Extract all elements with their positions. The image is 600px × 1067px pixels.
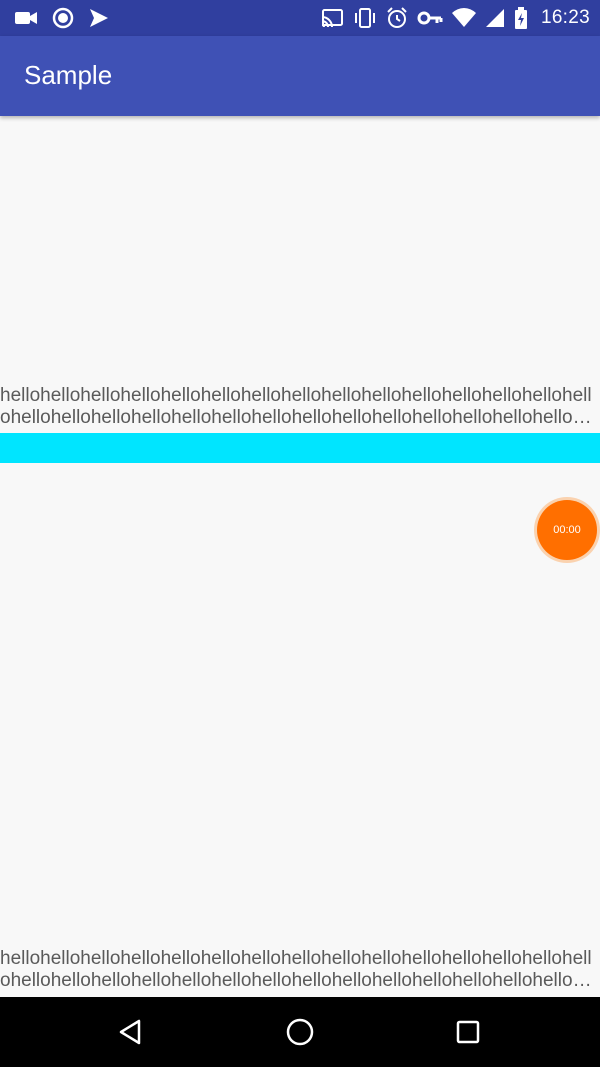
timer-fab-button[interactable]: 00:00 [537,500,597,560]
status-clock: 16:23 [540,7,590,28]
location-dot-icon [52,7,74,29]
cyan-divider-bar [0,433,600,463]
back-icon [119,1019,141,1045]
status-left-icons [14,6,110,30]
battery-icon [514,7,528,29]
timer-label: 00:00 [553,524,581,536]
status-bar: 16:23 [0,0,600,36]
top-text: hellohellohellohellohellohellohellohello… [0,385,598,428]
back-button[interactable] [116,1017,146,1047]
home-icon [286,1018,314,1046]
recents-button[interactable] [453,1017,483,1047]
video-camera-icon [14,9,38,27]
main-content[interactable]: hellohellohellohellohellohellohellohello… [0,116,600,997]
screen: 16:23 Sample hellohellohellohellohellohe… [0,0,600,1067]
bottom-text: hellohellohellohellohellohellohellohello… [0,948,598,991]
home-button[interactable] [285,1017,315,1047]
recents-icon [456,1020,480,1044]
alarm-icon [386,7,408,29]
navigation-bar [0,997,600,1067]
cast-icon [320,8,344,28]
status-right-icons: 16:23 [320,6,590,30]
app-title: Sample [24,60,113,90]
app-bar: Sample [0,36,600,116]
key-icon [417,9,443,27]
vibrate-icon [353,7,377,29]
send-icon [88,8,110,28]
wifi-icon [451,8,476,28]
signal-icon [485,8,505,28]
